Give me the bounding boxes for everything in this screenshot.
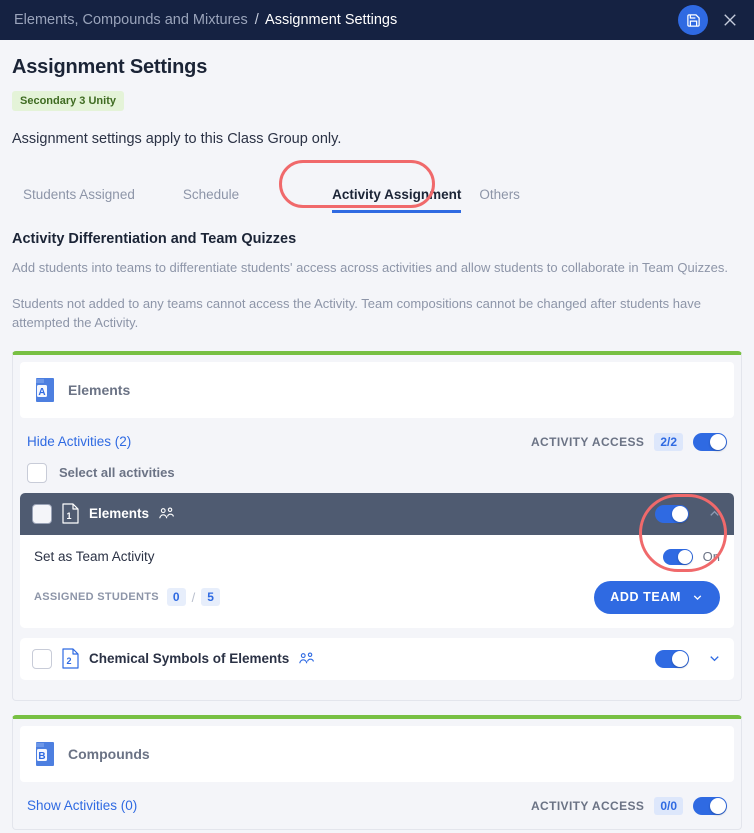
svg-text:A: A (38, 387, 45, 398)
activity-header-actions (655, 649, 722, 668)
tab-label: Students Assigned (23, 187, 135, 202)
chapter-toolbar: Hide Activities (2) ACTIVITY ACCESS 2/2 (13, 425, 741, 459)
activity-access-toggle[interactable] (693, 796, 727, 815)
activity-expand-button[interactable] (707, 651, 722, 666)
chapter-name: Compounds (68, 745, 150, 762)
activity-enabled-toggle[interactable] (655, 504, 689, 523)
chevron-down-icon (693, 594, 702, 600)
chapter-card-elements: A Elements Hide Activities (2) ACTIVITY … (12, 350, 742, 701)
activity-header[interactable]: 2 Chemical Symbols of Elements (20, 637, 734, 680)
people-group-icon (159, 507, 176, 521)
tab-bar: Students Assigned Schedule Activity Assi… (12, 171, 742, 213)
activity-access-count: 0/0 (654, 796, 683, 815)
assigned-students-row: ASSIGNED STUDENTS 0 / 5 ADD TEAM (34, 580, 720, 614)
book-icon-a: A (36, 377, 54, 402)
tab-underline (23, 210, 135, 213)
chapter-book-icon: A (34, 377, 56, 403)
svg-text:1: 1 (66, 511, 71, 521)
activity-access-count: 2/2 (654, 432, 683, 451)
people-group-icon (299, 652, 316, 666)
assigned-students-count: 0 (166, 588, 186, 607)
section-paragraph-2: Students not added to any teams cannot a… (12, 295, 701, 330)
tab-students-assigned[interactable]: Students Assigned (23, 187, 135, 213)
activity-checkbox[interactable] (32, 503, 52, 524)
activity-access-group: ACTIVITY ACCESS 2/2 (530, 432, 727, 451)
tab-activity-assignment[interactable]: Activity Assignment (332, 187, 462, 213)
save-floppy-icon (686, 13, 700, 27)
activity-page-icon: 2 (62, 648, 79, 669)
hide-activities-link[interactable]: Hide Activities (2) (27, 434, 131, 449)
breadcrumb-current: Assignment Settings (265, 12, 398, 28)
breadcrumb: Elements, Compounds and Mixtures / Assig… (14, 12, 397, 28)
activity-access-group: ACTIVITY ACCESS 0/0 (530, 796, 727, 815)
section-paragraph-1: Add students into teams to differentiate… (12, 260, 728, 275)
breadcrumb-separator: / (254, 12, 259, 28)
tab-label: Activity Assignment (332, 187, 462, 202)
tab-underline (183, 210, 239, 213)
tab-label: Others (479, 187, 520, 202)
assigned-students-label: ASSIGNED STUDENTS (34, 591, 159, 604)
add-team-label: ADD TEAM (610, 590, 681, 605)
select-all-checkbox[interactable] (27, 462, 47, 483)
tab-underline (332, 210, 462, 213)
activity-collapse-button[interactable] (707, 506, 722, 521)
save-button[interactable] (678, 5, 708, 35)
tab-underline (479, 210, 520, 213)
chapter-header: A Elements (20, 361, 734, 418)
svg-text:B: B (38, 751, 45, 762)
page-title: Assignment Settings (12, 56, 208, 78)
activity-access-label: ACTIVITY ACCESS (530, 434, 645, 449)
select-all-activities-row[interactable]: Select all activities (13, 459, 741, 493)
assigned-students-total: 5 (201, 588, 220, 607)
activity-header[interactable]: 1 Elements (20, 492, 734, 535)
section-title: Activity Differentiation and Team Quizze… (12, 231, 297, 247)
set-as-team-activity-label: Set as Team Activity (34, 549, 155, 565)
chapter-card-compounds: B Compounds Show Activities (0) ACTIVITY… (12, 714, 742, 830)
activity-card-elements: 1 Elements Set as Team Activity On ASSIG… (20, 492, 734, 628)
activity-card-chemical-symbols: 2 Chemical Symbols of Elements (20, 637, 734, 680)
activity-access-toggle[interactable] (693, 432, 727, 451)
page-subtitle: Assignment settings apply to this Class … (12, 131, 342, 147)
assigned-students-separator: / (191, 589, 196, 605)
page-header: Assignment Settings Secondary 3 Unity As… (0, 56, 754, 333)
breadcrumb-parent[interactable]: Elements, Compounds and Mixtures (14, 12, 248, 28)
document-number-icon: 2 (62, 648, 79, 669)
team-activity-control: On (662, 548, 720, 565)
team-activity-toggle[interactable] (662, 548, 693, 565)
show-activities-link[interactable]: Show Activities (0) (27, 798, 137, 813)
svg-text:2: 2 (66, 656, 71, 666)
set-as-team-activity-row: Set as Team Activity On (34, 539, 720, 575)
close-icon (724, 14, 736, 26)
activity-name: Chemical Symbols of Elements (89, 651, 290, 667)
team-activity-state-text: On (702, 549, 720, 565)
select-all-label: Select all activities (59, 465, 175, 481)
tab-schedule[interactable]: Schedule (183, 187, 239, 213)
chevron-down-icon (710, 656, 719, 662)
document-number-icon: 1 (62, 503, 79, 524)
class-group-badge: Secondary 3 Unity (12, 91, 124, 111)
activity-access-label: ACTIVITY ACCESS (530, 798, 645, 813)
activity-name: Elements (89, 506, 150, 522)
book-icon-b: B (36, 741, 54, 766)
window-topbar: Elements, Compounds and Mixtures / Assig… (0, 0, 754, 40)
chapter-name: Elements (68, 381, 131, 398)
activity-header-actions (655, 504, 722, 523)
close-button[interactable] (716, 6, 744, 34)
activity-checkbox[interactable] (32, 648, 52, 669)
chapter-toolbar: Show Activities (0) ACTIVITY ACCESS 0/0 (13, 789, 741, 823)
activity-body: Set as Team Activity On ASSIGNED STUDENT… (20, 534, 734, 628)
chevron-up-icon (710, 510, 719, 516)
activity-page-icon: 1 (62, 503, 79, 524)
tab-label: Schedule (182, 187, 240, 202)
add-team-button[interactable]: ADD TEAM (594, 580, 720, 614)
activity-enabled-toggle[interactable] (655, 649, 689, 668)
tab-others[interactable]: Others (479, 187, 520, 213)
chapter-header: B Compounds (20, 725, 734, 782)
chapter-book-icon: B (34, 741, 56, 767)
topbar-actions (678, 5, 744, 35)
